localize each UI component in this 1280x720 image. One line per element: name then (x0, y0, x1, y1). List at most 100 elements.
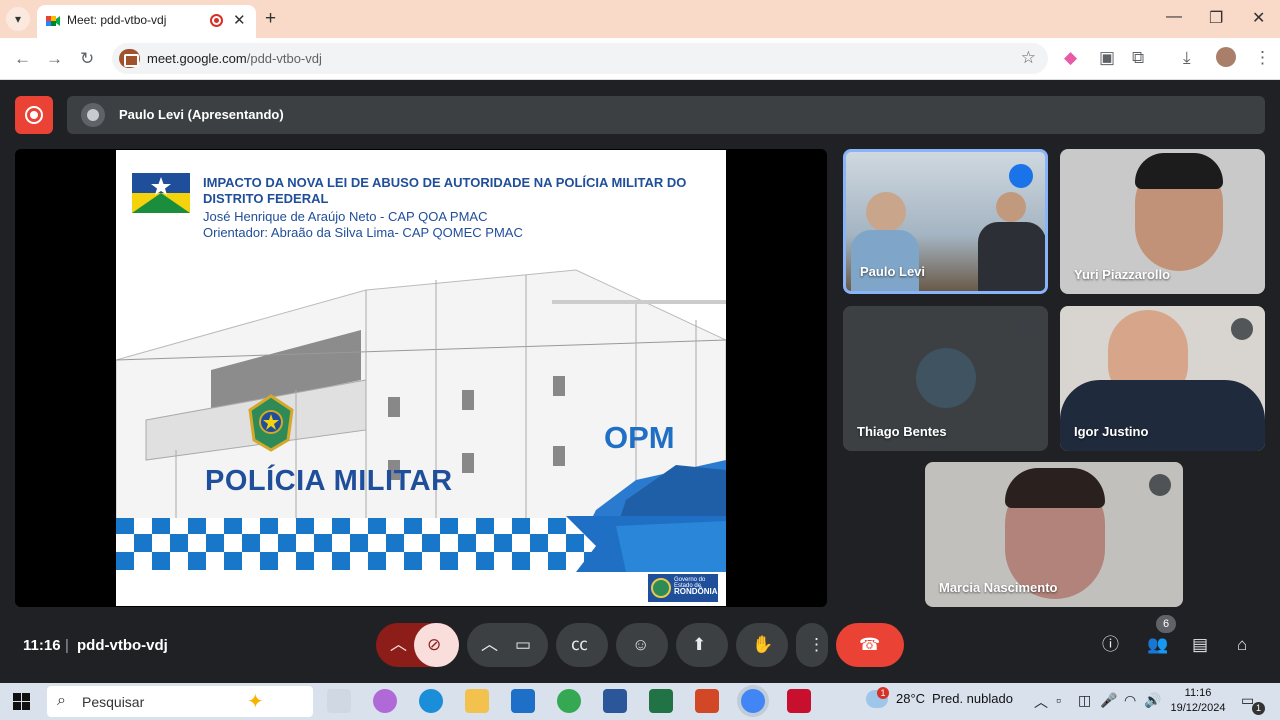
hand-icon: ✋ (752, 635, 774, 654)
word-icon[interactable] (603, 689, 627, 713)
mic-off-icon: ⊘ (427, 635, 442, 654)
meeting-info-icon[interactable]: ⓘ (1102, 635, 1119, 655)
participant-name: Paulo Levi (860, 264, 926, 279)
volume-icon[interactable]: 🔊 (1144, 692, 1161, 709)
extension-m-icon[interactable]: ▣ (1099, 48, 1115, 68)
mic-off-icon (1149, 474, 1171, 496)
more-options-button[interactable]: ⋮ (796, 623, 828, 667)
raise-hand-button[interactable]: ✋ (736, 623, 788, 667)
menu-dots-icon[interactable]: ⋮ (1254, 48, 1271, 68)
tab-search-button[interactable]: ▾ (6, 7, 30, 31)
mail-icon[interactable] (511, 689, 535, 713)
recording-icon[interactable] (15, 96, 53, 134)
participant-name: Thiago Bentes (857, 424, 947, 439)
emoji-icon: ☺ (632, 635, 650, 654)
camera-tray-icon[interactable]: ◫ (1078, 692, 1091, 709)
presenter-bar: Paulo Levi (Apresentando) (67, 96, 1265, 134)
chrome-icon[interactable] (557, 689, 581, 713)
captions-button[interactable]: ㏄ (556, 623, 608, 667)
search-icon: ⌕ (57, 692, 66, 709)
google-meet-icon (46, 16, 60, 26)
participant-tile-igor[interactable]: Igor Justino (1060, 306, 1265, 451)
participant-name: Igor Justino (1074, 424, 1149, 439)
tab-strip: ▾ Meet: pdd-vtbo-vdj ✕ + — ❐ ✕ (0, 0, 1280, 38)
participant-tile-marcia[interactable]: Marcia Nascimento (925, 462, 1183, 607)
minimize-button[interactable]: — (1166, 8, 1182, 26)
present-button[interactable]: ⬆ (676, 623, 728, 667)
meeting-time: 11:16 (23, 637, 61, 654)
meet-main: Paulo Levi (Apresentando) IMPACTO DA NOV… (0, 80, 1280, 683)
mic-off-icon (1231, 318, 1253, 340)
close-window-button[interactable]: ✕ (1252, 8, 1265, 28)
camera-icon[interactable]: ▭ (515, 635, 531, 655)
more-dots-icon: ⋮ (808, 635, 825, 654)
slide-author: José Henrique de Araújo Neto - CAP QOA P… (203, 209, 488, 224)
bookmark-star-icon[interactable]: ☆ (1021, 48, 1036, 68)
extensions-puzzle-icon[interactable]: ⧉ (1132, 48, 1144, 68)
presentation-slide: IMPACTO DA NOVA LEI DE ABUSO DE AUTORIDA… (116, 150, 726, 606)
presenter-avatar (81, 103, 105, 127)
checkered-band (116, 516, 726, 572)
new-tab-button[interactable]: + (265, 8, 276, 30)
reactions-button[interactable]: ☺ (616, 623, 668, 667)
weather-temp[interactable]: 28°C (896, 691, 925, 706)
separator: | (65, 637, 69, 654)
rondonia-logo: Governo do Estado de RONDÔNIA (648, 574, 718, 602)
close-tab-icon[interactable]: ✕ (233, 11, 246, 29)
tab-meet[interactable]: Meet: pdd-vtbo-vdj ✕ (37, 5, 256, 38)
windows-start-icon[interactable] (13, 693, 30, 710)
edge-icon[interactable] (419, 689, 443, 713)
chat-icon[interactable]: ▤ (1192, 635, 1208, 655)
meet-tray-icon[interactable]: ▫ (1056, 692, 1061, 708)
download-icon[interactable]: ⤓ (1183, 48, 1191, 68)
participant-body-2 (978, 222, 1045, 291)
copilot-icon[interactable] (373, 689, 397, 713)
participant-body (1060, 380, 1265, 451)
slide-banner-text: POLÍCIA MILITAR (205, 465, 453, 497)
mic-options-chevron-icon[interactable]: ︿ (390, 635, 407, 655)
mic-tray-icon[interactable]: 🎤 (1100, 692, 1117, 709)
taskbar-search[interactable]: ⌕ Pesquisar ✦ (47, 686, 313, 717)
participant-tile-paulo-levi[interactable]: Paulo Levi (843, 149, 1048, 294)
rondonia-emblem-icon (651, 578, 671, 598)
participant-hair (1135, 153, 1223, 189)
back-button[interactable]: ← (14, 49, 31, 69)
rondonia-logo-big: RONDÔNIA (674, 587, 718, 596)
excel-icon[interactable] (649, 689, 673, 713)
taskbar-clock[interactable]: 11:16 19/12/2024 (1168, 686, 1228, 716)
present-screen-icon: ⬆ (692, 635, 707, 654)
taskbar-time: 11:16 (1184, 687, 1212, 699)
reload-button[interactable]: ↻ (80, 49, 94, 69)
weather-desc[interactable]: Pred. nublado (932, 691, 1013, 706)
taskbar-date: 19/12/2024 (1170, 702, 1226, 714)
end-call-icon: ☎ (859, 635, 881, 654)
activities-icon[interactable]: ⌂ (1237, 635, 1247, 655)
mic-toggle-button[interactable]: ⊘ (414, 623, 459, 667)
leave-call-button[interactable]: ☎ (836, 623, 904, 667)
task-view-icon[interactable] (327, 689, 351, 713)
tray-overflow-icon[interactable]: ︿ (1034, 692, 1048, 712)
participant-tile-yuri[interactable]: Yuri Piazzarollo (1060, 149, 1265, 294)
people-icon[interactable]: 👥 (1147, 635, 1168, 655)
captions-icon: ㏄ (571, 635, 588, 654)
address-bar[interactable]: meet.google.com/pdd-vtbo-vdj ☆ (112, 43, 1048, 74)
forward-button[interactable]: → (46, 49, 63, 69)
windows-taskbar: ⌕ Pesquisar ✦ 1 28°C Pred. nublado ︿ ▫ ◫… (0, 683, 1280, 720)
search-highlight-icon: ✦ (247, 691, 264, 713)
camera-options-chevron-icon[interactable]: ︿ (481, 635, 498, 655)
camera-site-icon[interactable] (119, 49, 140, 68)
powerpoint-icon[interactable] (695, 689, 719, 713)
weather-badge: 1 (877, 687, 889, 699)
wifi-icon[interactable]: ◠ (1124, 692, 1136, 709)
participant-tile-thiago[interactable]: Thiago Bentes (843, 306, 1048, 451)
extension-pink-icon[interactable]: ◆ (1064, 48, 1077, 68)
profile-avatar[interactable] (1216, 47, 1236, 67)
participant-hair (1005, 468, 1105, 508)
file-explorer-icon[interactable] (465, 689, 489, 713)
url-text: meet.google.com/pdd-vtbo-vdj (147, 51, 322, 66)
chrome-active-icon[interactable] (741, 689, 765, 713)
mcafee-icon[interactable] (787, 689, 811, 713)
restore-button[interactable]: ❐ (1209, 8, 1223, 28)
participant-face (866, 192, 906, 232)
notification-count: 1 (1252, 702, 1265, 715)
